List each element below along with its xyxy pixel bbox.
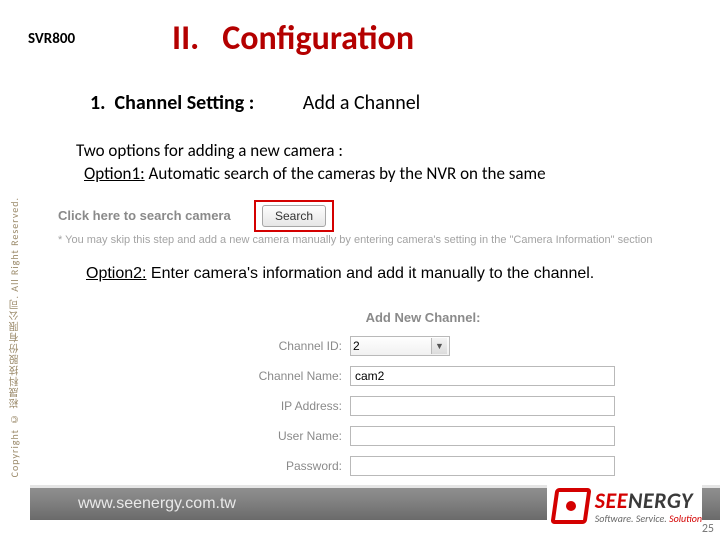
input-channel-name[interactable] bbox=[350, 366, 615, 386]
brand-see: SEE bbox=[595, 487, 628, 514]
row-ip: IP Address: bbox=[188, 395, 658, 417]
row-pass: Password: bbox=[188, 455, 658, 477]
option2-label: Option2: bbox=[86, 265, 146, 282]
select-channel-id[interactable]: 2 ▼ bbox=[350, 336, 450, 356]
footer-url: www.seenergy.com.tw bbox=[78, 495, 236, 513]
input-ip[interactable] bbox=[350, 396, 615, 416]
row-channel-name: Channel Name: bbox=[188, 365, 658, 387]
option2-text: Enter camera's information and add it ma… bbox=[146, 265, 594, 282]
label-channel-id: Channel ID: bbox=[188, 339, 350, 353]
footer: www.seenergy.com.tw SEENERGY Software. S… bbox=[0, 478, 720, 540]
option2-line: Option2: Enter camera's information and … bbox=[86, 264, 686, 285]
slide-title: II. Configuration bbox=[172, 18, 414, 59]
skip-note: * You may skip this step and add a new c… bbox=[58, 234, 652, 246]
section-label: Channel Setting : bbox=[115, 91, 255, 115]
tagline-a: Software. Service. bbox=[595, 512, 669, 525]
option1-label: Option1: bbox=[84, 163, 145, 184]
brand-text: SEENERGY Software. Service. Solution bbox=[595, 487, 702, 525]
copyright-text: Copyright © 崧晟科技股份有限公司. All Right Reserv… bbox=[6, 197, 24, 477]
select-value: 2 bbox=[353, 339, 360, 353]
input-pass[interactable] bbox=[350, 456, 615, 476]
slide: Copyright © 崧晟科技股份有限公司. All Right Reserv… bbox=[0, 0, 720, 540]
logo-mark-icon bbox=[553, 488, 589, 524]
option1-text: Automatic search of the cameras by the N… bbox=[145, 163, 546, 184]
brand-nergy: NERGY bbox=[628, 487, 693, 514]
row-user: User Name: bbox=[188, 425, 658, 447]
label-user: User Name: bbox=[188, 429, 350, 443]
section-heading: 1. Channel Setting : Add a Channel bbox=[90, 91, 420, 115]
brand-name: SEENERGY bbox=[595, 487, 702, 514]
search-panel: Click here to search camera Search * You… bbox=[52, 198, 682, 254]
row-channel-id: Channel ID: 2 ▼ bbox=[188, 335, 658, 357]
brand-tagline: Software. Service. Solution bbox=[595, 512, 702, 525]
search-highlight: Search bbox=[254, 200, 334, 232]
page-number: 25 bbox=[702, 522, 714, 536]
tagline-b: Solution bbox=[669, 512, 702, 525]
option1-line: Option1: Automatic search of the cameras… bbox=[84, 163, 696, 184]
body-text: Two options for adding a new camera : Op… bbox=[76, 140, 696, 185]
chevron-down-icon: ▼ bbox=[431, 338, 447, 354]
title-text: Configuration bbox=[222, 18, 414, 59]
search-button[interactable]: Search bbox=[262, 205, 326, 227]
title-roman: II. bbox=[172, 18, 199, 59]
vertical-copyright: Copyright © 崧晟科技股份有限公司. All Right Reserv… bbox=[6, 197, 24, 480]
section-right: Add a Channel bbox=[303, 91, 421, 115]
form-title: Add New Channel: bbox=[188, 310, 658, 325]
label-pass: Password: bbox=[188, 459, 350, 473]
input-user[interactable] bbox=[350, 426, 615, 446]
label-channel-name: Channel Name: bbox=[188, 369, 350, 383]
search-hint: Click here to search camera bbox=[58, 208, 231, 223]
logo: SEENERGY Software. Service. Solution bbox=[547, 482, 702, 530]
intro-line: Two options for adding a new camera : bbox=[76, 140, 696, 161]
product-code: SVR800 bbox=[28, 30, 75, 48]
label-ip: IP Address: bbox=[188, 399, 350, 413]
section-number: 1. bbox=[90, 91, 105, 115]
